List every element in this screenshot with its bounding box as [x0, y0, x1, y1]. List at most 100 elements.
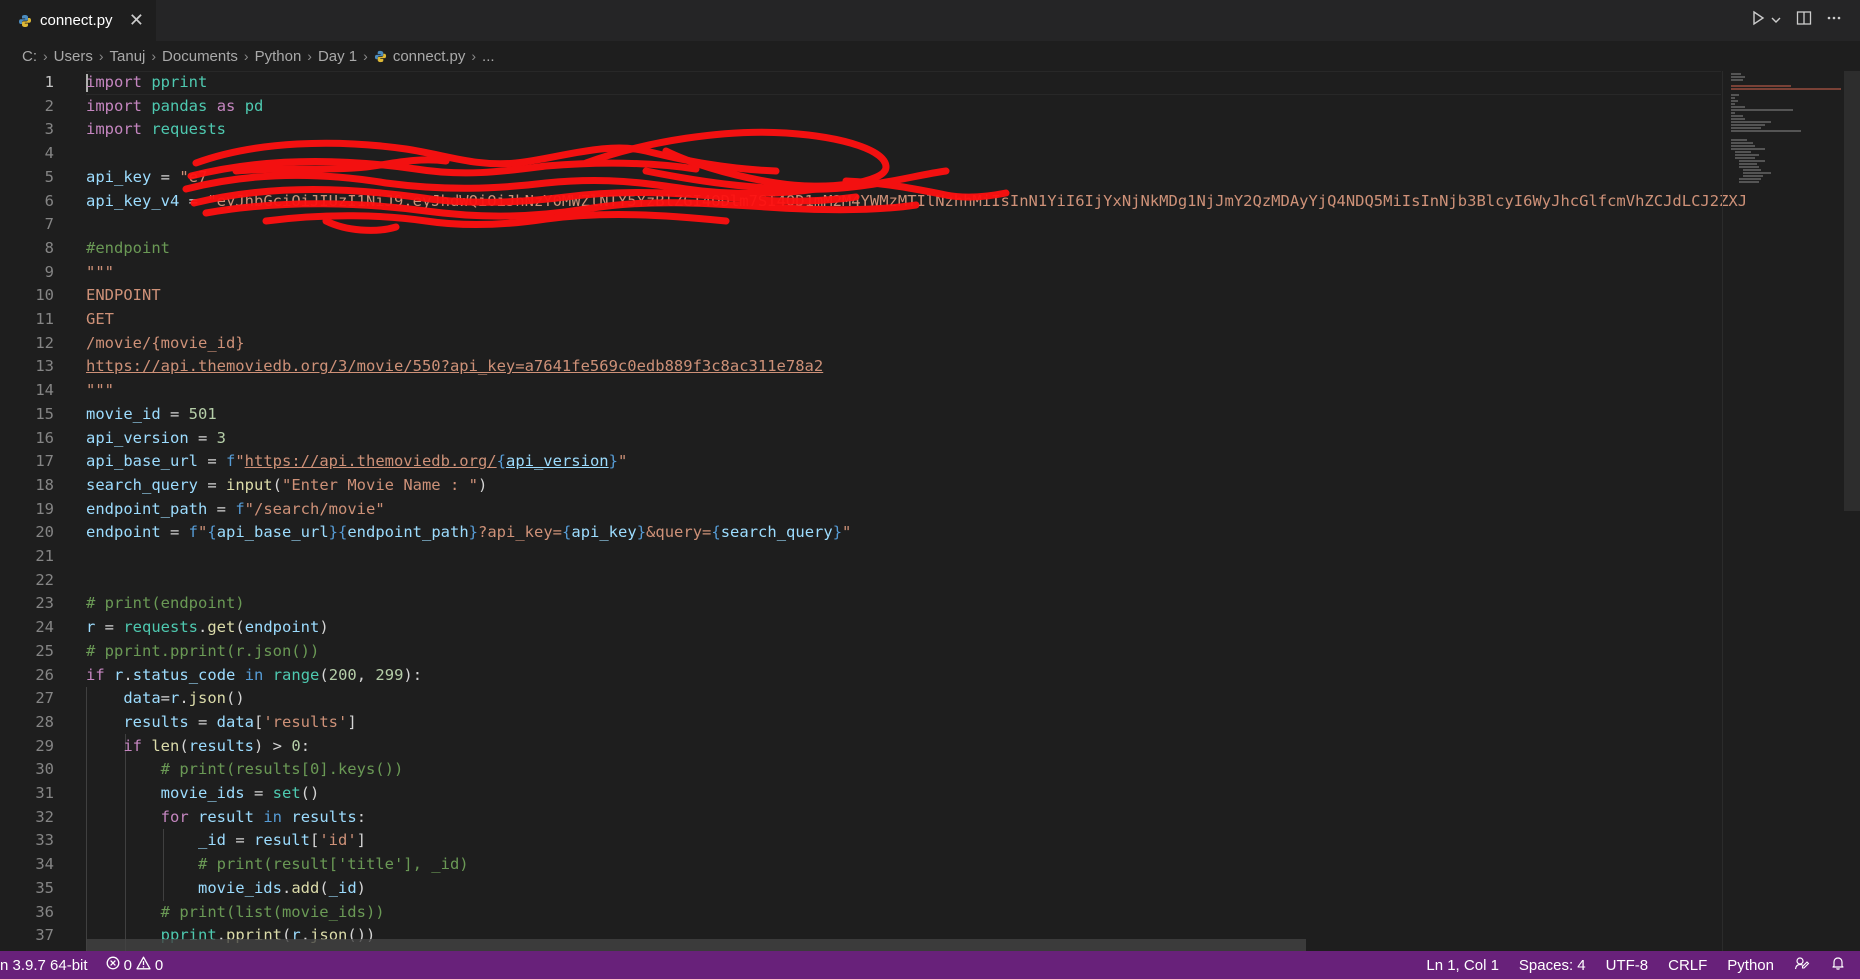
vertical-scrollbar[interactable]: [1844, 71, 1860, 511]
line-number: 19: [35, 499, 54, 518]
code-line-11: GET: [86, 310, 114, 328]
line-number: 13: [35, 357, 54, 376]
line-number: 28: [35, 712, 54, 731]
split-editor-icon[interactable]: [1796, 10, 1812, 31]
code-line-36: # print(list(movie_ids)): [160, 902, 385, 921]
breadcrumb-documents[interactable]: Documents: [162, 48, 238, 65]
line-number: 33: [35, 831, 54, 850]
line-number: 23: [35, 594, 54, 613]
minimap-line: [1731, 127, 1761, 129]
warning-icon: [136, 956, 151, 974]
minimap-line: [1739, 160, 1765, 162]
minimap-line: [1731, 79, 1743, 81]
minimap-line: [1731, 88, 1841, 90]
file-encoding[interactable]: UTF-8: [1606, 957, 1649, 974]
chevron-right-icon: ›: [43, 48, 48, 64]
line-number: 34: [35, 855, 54, 874]
chevron-right-icon: ›: [307, 48, 312, 64]
line-number: 11: [35, 310, 54, 328]
python-interpreter[interactable]: n 3.9.7 64-bit: [0, 957, 88, 974]
minimap-line: [1739, 163, 1757, 165]
code-area[interactable]: import pprint import pandas as pd import…: [86, 71, 1747, 951]
chevron-down-icon[interactable]: [1770, 10, 1782, 31]
cursor-position[interactable]: Ln 1, Col 1: [1426, 957, 1499, 974]
breadcrumb-file-label: connect.py: [392, 47, 466, 65]
more-actions-icon[interactable]: [1826, 10, 1842, 31]
warning-count: 0: [154, 956, 164, 974]
minimap-line: [1731, 85, 1791, 87]
minimap-line: [1731, 118, 1745, 120]
code-line-32: for result in results:: [160, 807, 367, 826]
api-key-v4-visible-tail: 7SI4OD1mM2M4YWMzMTIlNzhhMiIsInN1YiI6IjYx…: [748, 191, 1748, 210]
vscode-window: connect.py ✕ C: › Users › Tanuj › Docume…: [0, 0, 1860, 979]
line-number: 4: [44, 144, 54, 163]
line-number: 30: [35, 760, 54, 779]
line-number: 18: [35, 475, 54, 494]
tab-label: connect.py: [40, 12, 113, 29]
end-of-line[interactable]: CRLF: [1668, 957, 1707, 974]
line-number: 31: [35, 784, 54, 802]
breadcrumb-file[interactable]: connect.py: [374, 47, 466, 65]
line-number: 1: [44, 73, 54, 91]
code-line-8: #endpoint: [86, 238, 170, 257]
code-line-16: api_version = 3: [86, 428, 226, 447]
minimap-line: [1743, 175, 1763, 177]
status-bar: n 3.9.7 64-bit 0 0 Ln 1, Col 1 Spaces: 4…: [0, 951, 1860, 979]
code-line-13: https://api.themoviedb.org/3/movie/550?a…: [86, 357, 824, 376]
indentation[interactable]: Spaces: 4: [1519, 957, 1586, 974]
line-number: 29: [35, 736, 54, 755]
code-editor[interactable]: 1 2 3 4 5 6 7 8 9 10 11 12 13 14 15 16 1…: [0, 71, 1860, 951]
code-line-34: # print(result['title'], _id): [197, 855, 469, 874]
close-tab-icon[interactable]: ✕: [129, 10, 144, 31]
line-number: 2: [44, 96, 54, 115]
tab-bar: connect.py ✕: [0, 0, 1860, 41]
chevron-right-icon: ›: [151, 48, 157, 64]
code-line-2: import pandas as pd: [86, 96, 264, 115]
breadcrumb-python[interactable]: Python: [255, 48, 302, 65]
minimap-line: [1739, 178, 1761, 180]
minimap-line: [1739, 166, 1759, 168]
feedback-icon[interactable]: [1794, 955, 1810, 975]
horizontal-scrollbar[interactable]: [86, 939, 1306, 951]
language-mode[interactable]: Python: [1727, 957, 1774, 974]
breadcrumb-tanuj[interactable]: Tanuj: [110, 48, 146, 65]
code-line-35: movie_ids.add(_id): [197, 878, 367, 897]
code-line-5: api_key = "e7: [86, 167, 208, 186]
python-file-icon: [18, 14, 32, 28]
code-line-18: search_query = input("Enter Movie Name :…: [86, 475, 488, 494]
error-count: 0: [123, 956, 132, 974]
line-number: 15: [35, 404, 54, 423]
breadcrumb-drive[interactable]: C:: [22, 48, 37, 65]
breadcrumb-users[interactable]: Users: [54, 48, 93, 65]
notifications-bell-icon[interactable]: [1830, 955, 1846, 975]
minimap[interactable]: [1722, 71, 1843, 951]
chevron-right-icon: ›: [471, 48, 477, 64]
code-line-3: import requests: [86, 120, 226, 139]
status-left: n 3.9.7 64-bit 0 0: [0, 956, 163, 974]
code-line-28: results = data['results']: [123, 712, 357, 731]
code-line-14: """: [86, 381, 114, 400]
line-number: 14: [35, 381, 54, 400]
line-number: 8: [44, 238, 54, 257]
run-icon[interactable]: [1750, 10, 1766, 31]
chevron-right-icon: ›: [363, 48, 368, 64]
line-number: 3: [44, 120, 54, 139]
line-number: 21: [35, 547, 54, 565]
line-number: 17: [35, 452, 54, 471]
code-line-29: if len(results) > 0:: [123, 736, 311, 755]
minimap-line: [1731, 148, 1765, 150]
code-line-24: r = requests.get(endpoint): [86, 618, 329, 637]
code-line-23: # print(endpoint): [86, 594, 245, 613]
breadcrumb-symbols[interactable]: ...: [482, 48, 495, 65]
tab-connect-py[interactable]: connect.py ✕: [0, 0, 156, 41]
problems-indicator[interactable]: 0 0: [106, 956, 164, 974]
breadcrumb-day1[interactable]: Day 1: [318, 48, 357, 65]
code-line-1: import pprint: [86, 73, 208, 91]
minimap-line: [1735, 151, 1751, 153]
minimap-line: [1731, 73, 1741, 75]
minimap-line: [1743, 169, 1761, 171]
minimap-line: [1731, 103, 1735, 105]
editor-actions: [1750, 0, 1860, 41]
breadcrumb: C: › Users › Tanuj › Documents › Python …: [0, 41, 1860, 71]
line-number: 24: [35, 618, 54, 637]
